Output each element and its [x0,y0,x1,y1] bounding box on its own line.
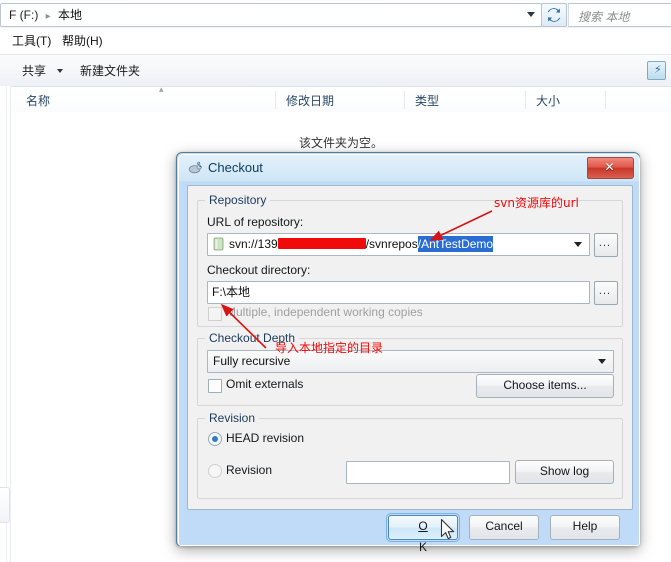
repository-group: Repository URL of repository: svn://139/… [197,193,623,327]
mouse-cursor [440,518,455,540]
refresh-button[interactable] [541,3,567,27]
url-middle: /svnrepos [365,237,418,251]
choose-items-label: Choose items... [503,378,587,392]
column-header-type[interactable]: 类型 [415,93,439,109]
chevron-down-icon[interactable] [527,12,535,17]
tortoisesvn-icon [188,161,202,174]
cancel-label: Cancel [485,519,523,533]
repository-icon [213,237,224,251]
preview-pane-icon[interactable]: ⚡ [647,61,666,80]
repository-group-label: Repository [205,193,271,207]
share-button[interactable]: 共享 [22,63,46,79]
multiple-working-copies-label: Multiple, independent working copies [226,305,423,319]
breadcrumb-drive[interactable]: F (F:) [9,8,38,22]
dialog-footer: OK Cancel Help [179,511,639,554]
search-placeholder: 搜索 本地 [578,10,630,24]
omit-externals-label: Omit externals [226,377,304,391]
address-bar: F (F:) ▸ 本地 搜索 本地 [0,0,671,28]
cancel-button[interactable]: Cancel [469,515,539,540]
breadcrumb-separator-icon: ▸ [45,11,51,22]
url-prefix: svn://139 [229,237,278,251]
show-log-label: Show log [539,464,590,478]
choose-items-button[interactable]: Choose items... [476,374,614,398]
chevron-down-icon[interactable] [574,242,582,247]
chevron-down-icon[interactable] [598,359,606,364]
ellipsis-icon: ... [598,237,612,249]
breadcrumb: F (F:) ▸ 本地 [9,7,82,23]
dialog-title: Checkout [208,160,263,175]
head-revision-radio[interactable] [208,432,222,446]
column-header-date-modified[interactable]: 修改日期 [286,93,334,109]
show-log-button[interactable]: Show log [515,460,614,484]
navigation-pane-collapse-handle[interactable] [0,487,10,523]
revision-group-label: Revision [205,411,260,425]
sort-ascending-icon: ▴ [159,84,164,94]
annotation-directory-text: 导入本地指定的目录 [275,341,384,355]
revision-number-input[interactable] [346,461,510,484]
browse-repository-button[interactable]: ... [594,233,618,257]
revision-group: Revision HEAD revision Revision Show log [197,411,623,499]
radio-selected-dot-icon [212,436,218,442]
dialog-content: Repository URL of repository: svn://139/… [187,185,633,510]
ellipsis-icon: ... [598,285,612,297]
address-breadcrumb-box[interactable]: F (F:) ▸ 本地 [0,3,542,27]
menu-bar: 工具(T) 帮助(H) [0,28,671,55]
search-input[interactable]: 搜索 本地 [568,3,671,27]
new-folder-button[interactable]: 新建文件夹 [80,63,140,79]
help-button[interactable]: Help [550,515,620,540]
annotation-url-text: svn资源库的url [494,196,579,210]
column-divider[interactable] [404,91,405,109]
chevron-down-icon[interactable] [57,69,63,73]
column-header-row: ▴ 名称 修改日期 类型 大小 [11,84,671,113]
multiple-working-copies-checkbox [208,307,222,321]
url-redaction-bar [277,238,366,249]
url-label: URL of repository: [207,215,304,229]
repository-url-combo[interactable]: svn://139/svnrepos/AntTestDemo [207,233,590,256]
close-button[interactable]: ✕ [587,157,634,179]
close-icon: ✕ [604,160,615,174]
command-bar: 共享 新建文件夹 ⚡ [0,55,671,87]
menu-item-help[interactable]: 帮助(H) [57,33,108,50]
help-label: Help [572,519,598,533]
column-header-size[interactable]: 大小 [536,93,560,109]
checkout-directory-label: Checkout directory: [207,263,311,277]
menu-item-tools[interactable]: 工具(T) [7,33,56,50]
checkout-dialog: Checkout ✕ Repository URL of repository:… [176,152,640,554]
column-divider[interactable] [525,91,526,109]
dialog-frame: Checkout ✕ Repository URL of repository:… [178,154,640,554]
checkout-depth-group: Checkout Depth Fully recursive Omit exte… [197,331,623,406]
browse-directory-button[interactable]: ... [594,281,618,305]
specific-revision-radio[interactable] [208,464,222,478]
checkout-directory-input[interactable]: F:\本地 [207,281,590,304]
url-selected-text[interactable]: /AntTestDemo [417,236,494,252]
column-divider[interactable] [275,91,276,109]
checkout-directory-value: F:\本地 [212,285,250,299]
column-divider[interactable] [605,91,606,109]
head-revision-label: HEAD revision [226,431,305,445]
column-header-name[interactable]: 名称 [26,93,50,109]
specific-revision-label: Revision [226,463,273,477]
empty-folder-message: 该文件夹为空。 [298,136,383,150]
refresh-icon [547,8,561,22]
breadcrumb-current[interactable]: 本地 [58,8,82,22]
checkout-depth-select[interactable]: Fully recursive [207,350,614,373]
omit-externals-checkbox[interactable] [208,379,222,393]
dialog-title-bar[interactable]: Checkout ✕ [179,155,639,181]
